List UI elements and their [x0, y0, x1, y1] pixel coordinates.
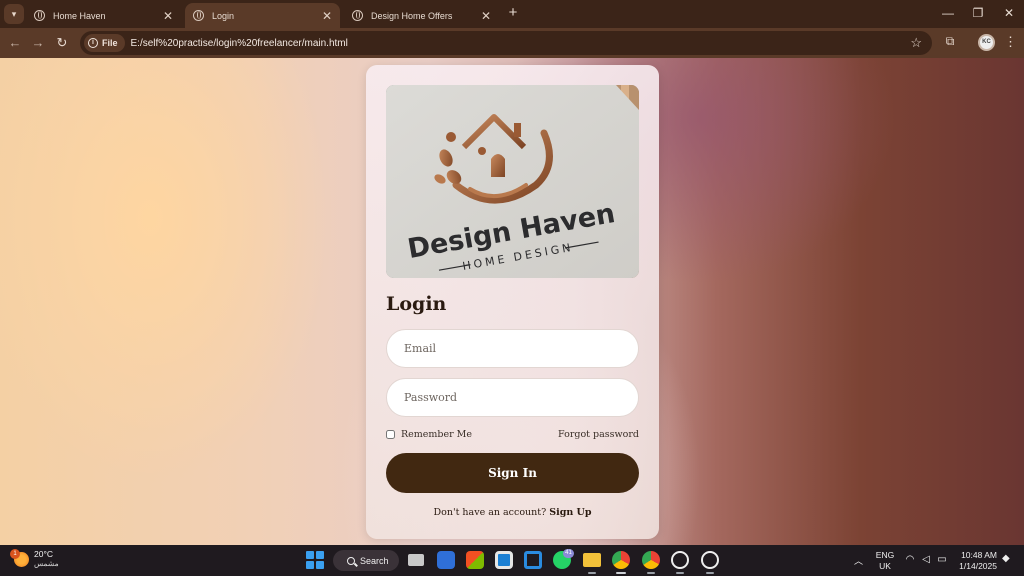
- weather-temperature: 20°C: [34, 549, 53, 559]
- language-indicator[interactable]: ENG UK: [875, 550, 895, 572]
- weather-description: مشمس: [34, 559, 59, 568]
- site-info-chip[interactable]: i File: [84, 34, 125, 52]
- search-icon: [347, 556, 355, 565]
- info-icon: i: [88, 38, 98, 48]
- language-code: ENG: [875, 550, 895, 560]
- clock-date: 1/14/2025: [959, 561, 997, 571]
- whatsapp-badge: 41: [563, 549, 574, 558]
- media-player-icon[interactable]: [701, 551, 719, 569]
- browser-menu-icon[interactable]: ⋮: [1004, 34, 1017, 50]
- running-indicator: [706, 572, 714, 574]
- tab-strip: ▾ Home Haven ✕ Login ✕ Design Home Offer…: [0, 0, 1024, 28]
- close-icon[interactable]: ✕: [163, 9, 173, 23]
- password-input[interactable]: [386, 378, 639, 417]
- volume-muted-icon[interactable]: ◁: [920, 554, 932, 566]
- language-region: UK: [879, 561, 891, 571]
- close-icon[interactable]: ✕: [322, 9, 332, 23]
- address-bar[interactable]: i File E:/self%20practise/login%20freela…: [80, 31, 932, 55]
- login-title: Login: [386, 293, 447, 315]
- editor-app-icon[interactable]: [437, 551, 455, 569]
- running-indicator: [647, 572, 655, 574]
- tab-search-dropdown-icon[interactable]: ▾: [4, 4, 24, 24]
- remember-me-row[interactable]: Remember Me: [386, 429, 472, 440]
- minimize-icon[interactable]: —: [938, 5, 958, 21]
- tab-design-home-offers[interactable]: Design Home Offers ✕: [344, 3, 499, 28]
- app-window-icon[interactable]: [495, 551, 513, 569]
- weather-widget[interactable]: 1 20°C مشمس: [10, 548, 59, 569]
- logo-illustration: Design Haven HOME DESIGN: [386, 85, 639, 278]
- tab-login[interactable]: Login ✕: [185, 3, 340, 28]
- forgot-password-link[interactable]: Forgot password: [558, 429, 639, 440]
- sign-in-button[interactable]: Sign In: [386, 453, 639, 493]
- task-view-icon[interactable]: [408, 554, 424, 566]
- tab-label: Login: [212, 10, 235, 21]
- remember-me-checkbox[interactable]: [386, 430, 395, 439]
- microsoft-store-icon[interactable]: [466, 551, 484, 569]
- reload-icon[interactable]: ↻: [53, 34, 71, 52]
- sign-up-link[interactable]: Sign Up: [549, 507, 591, 518]
- login-card: Design Haven HOME DESIGN Login Remember …: [366, 65, 659, 539]
- signup-prompt-text: Don't have an account?: [433, 507, 547, 518]
- profile-avatar[interactable]: KC: [978, 34, 995, 51]
- globe-icon: [352, 10, 363, 21]
- profile-initials: KC: [982, 39, 991, 45]
- window-close-icon[interactable]: ✕: [999, 5, 1019, 21]
- tab-label: Home Haven: [53, 10, 106, 21]
- clock-time: 10:48 AM: [961, 550, 997, 560]
- notification-bell-icon[interactable]: ◆: [1002, 553, 1010, 564]
- sun-icon: 1: [10, 548, 29, 567]
- email-input[interactable]: [386, 329, 639, 368]
- chrome-profile-icon[interactable]: [642, 551, 660, 569]
- tab-label: Design Home Offers: [371, 10, 453, 21]
- globe-icon: [34, 10, 45, 21]
- taskbar-search-label: Search: [360, 555, 389, 566]
- extensions-puzzle-icon[interactable]: ⧉: [942, 34, 958, 50]
- windows-start-icon[interactable]: [306, 551, 324, 569]
- tab-home-haven[interactable]: Home Haven ✕: [26, 3, 181, 28]
- weather-badge: 1: [10, 548, 20, 559]
- file-explorer-icon[interactable]: [583, 553, 601, 567]
- signup-prompt-row: Don't have an account? Sign Up: [366, 507, 659, 518]
- vscode-icon[interactable]: [524, 551, 542, 569]
- remember-me-label: Remember Me: [401, 429, 473, 440]
- taskbar-search-button[interactable]: Search: [333, 550, 399, 571]
- chrome-icon[interactable]: [612, 551, 630, 569]
- battery-icon[interactable]: ▭: [936, 554, 948, 566]
- close-icon[interactable]: ✕: [481, 9, 491, 23]
- site-info-label: File: [102, 38, 118, 48]
- tray-chevron-up-icon[interactable]: ︿: [854, 554, 863, 567]
- running-indicator: [616, 572, 626, 574]
- globe-icon: [193, 10, 204, 21]
- restore-icon[interactable]: ❐: [968, 5, 988, 21]
- forward-arrow-icon[interactable]: →: [29, 34, 47, 52]
- new-tab-icon[interactable]: +: [505, 5, 521, 21]
- page-background: Design Haven HOME DESIGN Login Remember …: [0, 58, 1024, 545]
- browser-toolbar: ← → ↻ i File E:/self%20practise/login%20…: [0, 28, 1024, 58]
- url-text[interactable]: E:/self%20practise/login%20freelancer/ma…: [131, 38, 348, 49]
- chatgpt-icon[interactable]: [671, 551, 689, 569]
- system-clock[interactable]: 10:48 AM 1/14/2025: [955, 550, 997, 572]
- running-indicator: [588, 572, 596, 574]
- wifi-icon[interactable]: ◠: [904, 554, 916, 566]
- back-arrow-icon[interactable]: ←: [6, 34, 24, 52]
- windows-taskbar: 1 20°C مشمس Search 41 ︿ ENG UK ◠ ◁ ▭ 10:…: [0, 545, 1024, 576]
- bookmark-star-icon[interactable]: ☆: [910, 35, 922, 51]
- design-haven-logo-image: Design Haven HOME DESIGN: [386, 85, 639, 278]
- running-indicator: [676, 572, 684, 574]
